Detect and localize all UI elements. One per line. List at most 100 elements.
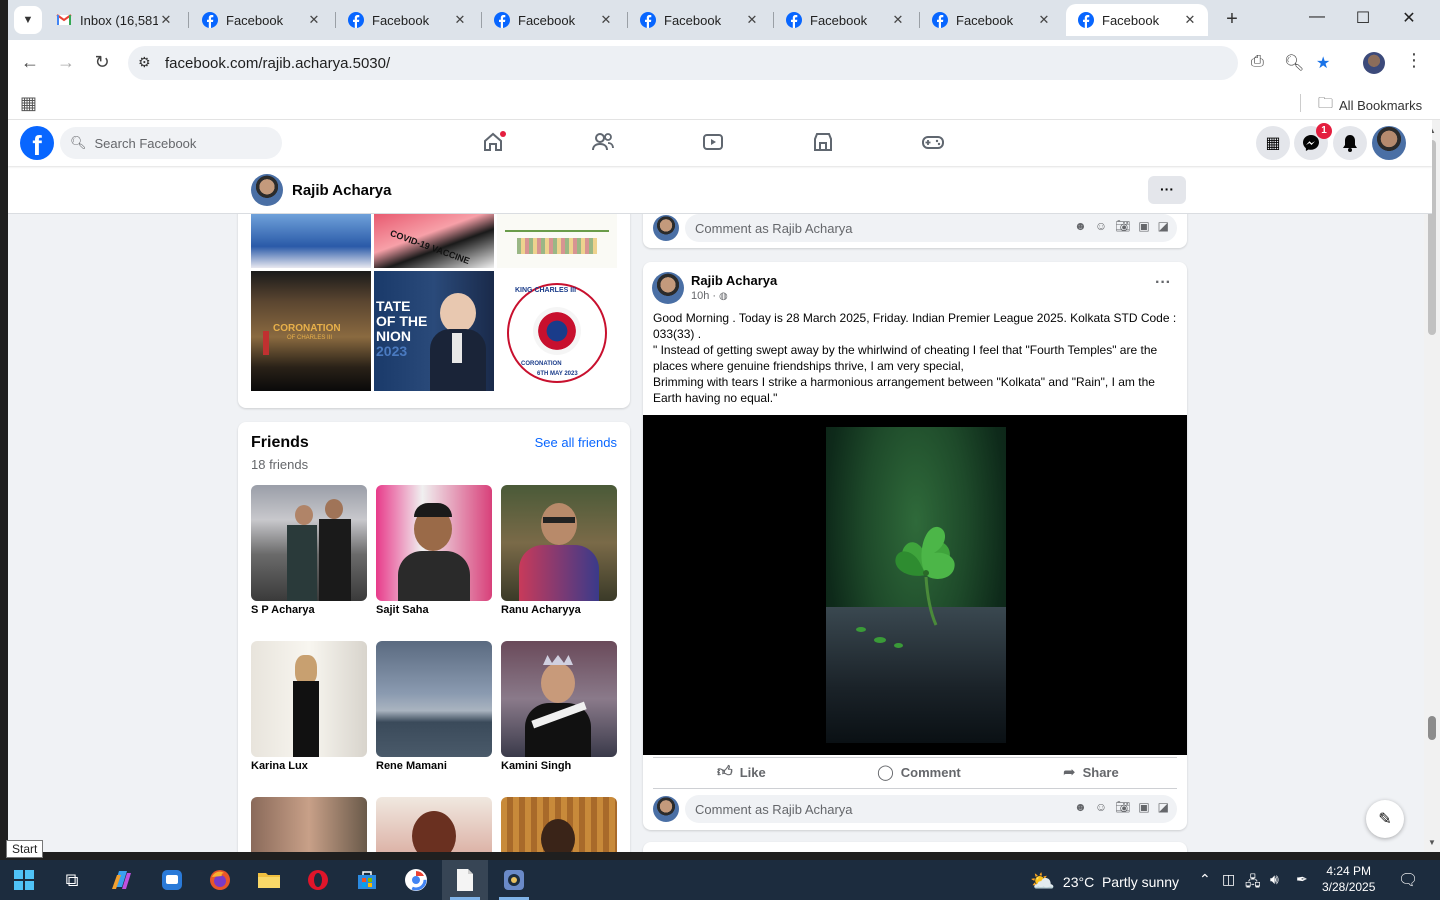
close-icon[interactable]: ✕ xyxy=(1036,12,1052,28)
notepad-button[interactable] xyxy=(451,866,479,894)
chrome-button[interactable] xyxy=(402,866,430,894)
weather-widget[interactable]: ⛅ 23°C Partly sunny xyxy=(1030,869,1179,894)
avatar[interactable] xyxy=(652,272,684,304)
search-input[interactable] xyxy=(94,135,265,151)
friend-photo[interactable] xyxy=(501,641,617,757)
page-scrollbar[interactable]: ▲ ▼ xyxy=(1424,120,1440,852)
comment-box[interactable]: ☻ ☺ 📷︎ ▣ ◪ xyxy=(685,795,1177,823)
comment-button[interactable]: ◯ Comment xyxy=(877,760,961,784)
gif-icon[interactable]: ▣ xyxy=(1138,800,1149,814)
facebook-logo-icon[interactable]: f xyxy=(20,126,54,160)
friend-name[interactable]: Karina Lux xyxy=(251,760,308,772)
comment-input[interactable] xyxy=(695,801,1035,817)
notifications-button[interactable] xyxy=(1333,126,1367,160)
post-image[interactable] xyxy=(643,415,1187,755)
close-icon[interactable]: ✕ xyxy=(452,12,468,28)
avatar-sticker-icon[interactable]: ☻ xyxy=(1074,219,1087,233)
friend-photo[interactable] xyxy=(501,485,617,601)
emoji-icon[interactable]: ☺ xyxy=(1095,219,1107,233)
tab-gmail[interactable]: Inbox (16,581) ✕ xyxy=(44,4,184,36)
friends-icon[interactable] xyxy=(588,131,618,157)
chevron-up-icon[interactable]: ⌃ xyxy=(1199,871,1211,888)
tab-facebook[interactable]: Facebook ✕ xyxy=(628,4,770,36)
post-options-icon[interactable]: ··· xyxy=(1155,274,1171,292)
firefox-button[interactable] xyxy=(206,866,234,894)
reload-button[interactable]: ↻ xyxy=(90,52,114,73)
new-message-button[interactable]: ✎ xyxy=(1366,800,1404,838)
menu-grid-button[interactable]: ▦ xyxy=(1256,126,1290,160)
tab-facebook[interactable]: Facebook ✕ xyxy=(482,4,624,36)
pen-icon[interactable]: ✒ xyxy=(1296,871,1308,888)
address-bar[interactable]: ⚙ facebook.com/rajib.acharya.5030/ xyxy=(128,46,1238,80)
install-app-icon[interactable]: ⎙ xyxy=(1251,53,1264,71)
friend-name[interactable]: S P Acharya xyxy=(251,604,315,616)
comment-input[interactable] xyxy=(695,220,1035,236)
post-time[interactable]: 10h xyxy=(691,290,709,302)
camera-icon[interactable]: 📷︎ xyxy=(1115,800,1130,814)
friend-name[interactable]: Rene Mamani xyxy=(376,760,447,772)
close-icon[interactable]: ✕ xyxy=(890,12,906,28)
scrollbar-thumb[interactable] xyxy=(1428,716,1436,740)
gaming-icon[interactable] xyxy=(918,131,948,157)
profile-more-button[interactable]: ··· xyxy=(1148,176,1186,204)
window-close-button[interactable]: ✕ xyxy=(1394,8,1424,28)
friend-photo[interactable] xyxy=(376,641,492,757)
sticker-icon[interactable]: ◪ xyxy=(1158,219,1169,233)
chrome-profile-avatar[interactable] xyxy=(1363,52,1385,74)
opera-button[interactable] xyxy=(304,866,332,894)
friend-name[interactable]: Sajit Saha xyxy=(376,604,429,616)
video-icon[interactable] xyxy=(698,131,728,157)
friend-name[interactable]: Ranu Acharyya xyxy=(501,604,581,616)
friend-photo[interactable] xyxy=(251,485,367,601)
close-icon[interactable]: ✕ xyxy=(1182,12,1198,28)
tab-facebook[interactable]: Facebook ✕ xyxy=(336,4,478,36)
close-icon[interactable]: ✕ xyxy=(598,12,614,28)
friend-name[interactable]: Kamini Singh xyxy=(501,760,571,772)
all-bookmarks-button[interactable]: 🗀 All Bookmarks xyxy=(1318,93,1422,118)
tab-facebook[interactable]: Facebook ✕ xyxy=(774,4,916,36)
store-button[interactable] xyxy=(353,866,381,894)
notification-center-icon[interactable]: 🗨︎ xyxy=(1398,870,1418,890)
close-icon[interactable]: ✕ xyxy=(158,12,174,28)
account-avatar[interactable] xyxy=(1372,126,1406,160)
tab-facebook-active[interactable]: Facebook ✕ xyxy=(1066,4,1208,36)
new-tab-button[interactable]: + xyxy=(1220,8,1244,31)
marketplace-icon[interactable] xyxy=(808,131,838,157)
copilot-button[interactable] xyxy=(108,866,136,894)
photo-thumbnail[interactable]: CORONATION OF CHARLES III xyxy=(251,271,371,391)
like-button[interactable]: 👍︎ Like xyxy=(717,760,766,784)
tab-facebook[interactable]: Facebook ✕ xyxy=(190,4,332,36)
emoji-icon[interactable]: ☺ xyxy=(1095,800,1107,814)
site-settings-icon[interactable]: ⚙ xyxy=(138,54,151,71)
bookmark-star-icon[interactable]: ★ xyxy=(1316,53,1330,73)
url-text[interactable]: facebook.com/rajib.acharya.5030/ xyxy=(165,55,390,72)
photo-thumbnail[interactable]: COVID-19 VACCINE xyxy=(374,214,494,268)
meet-now-icon[interactable]: ◫ xyxy=(1222,871,1235,888)
tab-facebook[interactable]: Facebook ✕ xyxy=(920,4,1062,36)
start-button[interactable] xyxy=(10,866,38,894)
friend-photo[interactable] xyxy=(376,797,492,852)
minimize-button[interactable]: — xyxy=(1302,8,1332,26)
volume-icon[interactable]: 🔊︎ xyxy=(1270,871,1279,888)
avatar-sticker-icon[interactable]: ☻ xyxy=(1074,800,1087,814)
network-icon[interactable]: 🖧︎ xyxy=(1245,871,1261,895)
maximize-button[interactable]: ☐ xyxy=(1348,8,1378,28)
task-view-button[interactable]: ⧉ xyxy=(58,866,86,894)
photo-thumbnail[interactable] xyxy=(497,214,617,268)
close-icon[interactable]: ✕ xyxy=(744,12,760,28)
close-icon[interactable]: ✕ xyxy=(306,12,322,28)
system-clock[interactable]: 4:24 PM 3/28/2025 xyxy=(1322,863,1375,895)
tab-search-button[interactable]: ▼ xyxy=(14,6,42,34)
photo-thumbnail[interactable]: KING CHARLES III CORONATION 6TH MAY 2023 xyxy=(497,271,617,391)
photo-thumbnail[interactable]: TATE OF THE NION 2023 xyxy=(374,271,494,391)
friend-photo[interactable] xyxy=(251,641,367,757)
facebook-search[interactable]: 🔍︎ xyxy=(60,127,282,159)
comment-box[interactable]: ☻ ☺ 📷︎ ▣ ◪ xyxy=(685,214,1177,242)
share-button[interactable]: ➦ Share xyxy=(1063,760,1119,784)
friend-photo[interactable] xyxy=(501,797,617,852)
scroll-down-icon[interactable]: ▼ xyxy=(1428,838,1436,847)
avatar[interactable] xyxy=(251,174,283,206)
apps-grid-icon[interactable]: ▦ xyxy=(20,93,37,114)
friend-photo[interactable] xyxy=(376,485,492,601)
post-author[interactable]: Rajib Acharya xyxy=(691,273,777,288)
